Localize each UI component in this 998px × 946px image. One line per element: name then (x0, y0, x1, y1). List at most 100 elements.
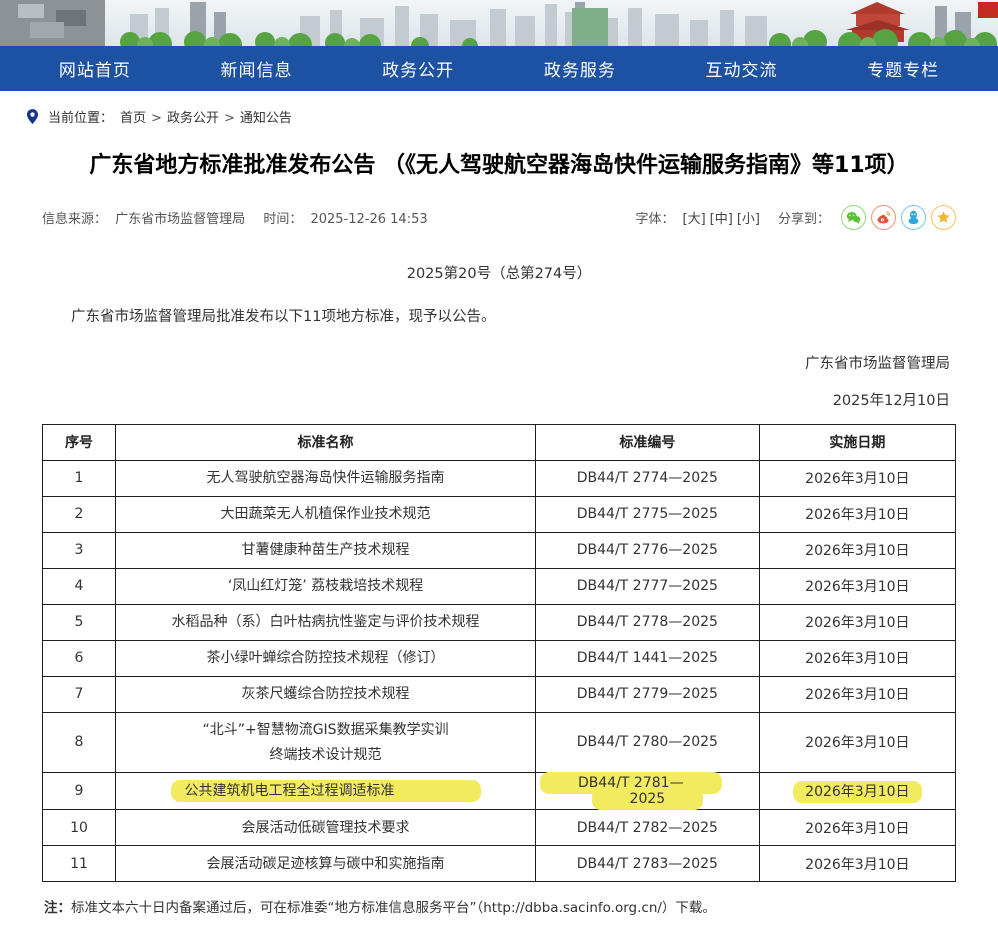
header-city-photo (0, 0, 998, 46)
cell-standard-code: DB44/T 1441—2025 (536, 640, 760, 676)
cell-standard-name: 水稻品种（系）白叶枯病抗性鉴定与评价技术规程 (116, 604, 536, 640)
share-qq-icon[interactable] (901, 205, 926, 230)
cell-implementation-date: 2026年3月10日 (759, 846, 955, 882)
cell-implementation-date: 2026年3月10日 (759, 676, 955, 712)
breadcrumb-link-1[interactable]: 首页 (120, 111, 146, 126)
table-row: 3甘薯健康种苗生产技术规程DB44/T 2776—20252026年3月10日 (43, 532, 956, 568)
cell-standard-code: DB44/T 2778—2025 (536, 604, 760, 640)
cell-standard-code: DB44/T 2779—2025 (536, 676, 760, 712)
table-row: 10会展活动低碳管理技术要求DB44/T 2782—20252026年3月10日 (43, 810, 956, 846)
table-row: 1无人驾驶航空器海岛快件运输服务指南DB44/T 2774—20252026年3… (43, 460, 956, 496)
column-header: 实施日期 (759, 424, 955, 460)
cell-standard-name: “北斗”+智慧物流GIS数据采集教学实训终端技术设计规范 (116, 712, 536, 773)
cell-serial: 4 (43, 568, 116, 604)
cell-serial: 7 (43, 676, 116, 712)
cell-standard-name: 无人驾驶航空器海岛快件运输服务指南 (116, 460, 536, 496)
breadcrumb-separator: > (224, 111, 235, 126)
nav-item-2[interactable]: 新闻信息 (176, 46, 338, 91)
nav-item-4[interactable]: 政务服务 (499, 46, 661, 91)
breadcrumb-link-3[interactable]: 通知公告 (240, 111, 292, 126)
page-title: 广东省地方标准批准发布公告 （《无人驾驶航空器海岛快件运输服务指南》等11项） (42, 152, 956, 181)
cell-standard-name: 公共建筑机电工程全过程调适标准 (116, 773, 536, 810)
cell-implementation-date: 2026年3月10日 (759, 773, 955, 810)
breadcrumb-separator: > (151, 111, 162, 126)
cell-standard-code: DB44/T 2775—2025 (536, 496, 760, 532)
cell-standard-name: 灰茶尺蠖综合防控技术规程 (116, 676, 536, 712)
article-content: 当前位置： 首页 > 政务公开 > 通知公告 广东省地方标准批准发布公告 （《无人驾驶航… (0, 107, 998, 946)
footnote-label: 注： (44, 900, 71, 916)
document-number: 2025第20号（总第274号） (42, 262, 956, 283)
share-favorite-icon[interactable] (931, 205, 956, 230)
cell-standard-code: DB44/T 2781—2025 (536, 773, 760, 810)
table-row: 2大田蔬菜无人机植保作业技术规范DB44/T 2775—20252026年3月1… (43, 496, 956, 532)
nav-item-1[interactable]: 网站首页 (14, 46, 176, 91)
cell-standard-code: DB44/T 2777—2025 (536, 568, 760, 604)
cell-standard-code: DB44/T 2776—2025 (536, 532, 760, 568)
cell-serial: 3 (43, 532, 116, 568)
cell-implementation-date: 2026年3月10日 (759, 496, 955, 532)
table-row: 11会展活动碳足迹核算与碳中和实施指南DB44/T 2783—20252026年… (43, 846, 956, 882)
cell-serial: 10 (43, 810, 116, 846)
meta-source: 信息来源： 广东省市场监督管理局 时间： 2025-12-26 14:53 (42, 208, 432, 227)
breadcrumb-label: 当前位置： (48, 107, 113, 126)
cell-serial: 9 (43, 773, 116, 810)
column-header: 序号 (43, 424, 116, 460)
cell-implementation-date: 2026年3月10日 (759, 604, 955, 640)
cell-standard-name: 甘薯健康种苗生产技术规程 (116, 532, 536, 568)
cell-standard-code: DB44/T 2780—2025 (536, 712, 760, 773)
main-nav: 网站首页新闻信息政务公开政务服务互动交流专题专栏 (0, 46, 998, 91)
page: 网站首页新闻信息政务公开政务服务互动交流专题专栏 当前位置： 首页>政务公开>通… (0, 0, 998, 946)
font-size-label: 字体： (636, 208, 675, 227)
breadcrumb: 当前位置： 首页 > 政务公开 > 通知公告 (24, 107, 956, 126)
cell-standard-name: 会展活动低碳管理技术要求 (116, 810, 536, 846)
cell-standard-name: 会展活动碳足迹核算与碳中和实施指南 (116, 846, 536, 882)
issue-date: 2025年12月10日 (48, 389, 950, 410)
location-pin-icon (24, 108, 41, 125)
column-header: 标准名称 (116, 424, 536, 460)
cell-standard-code: DB44/T 2782—2025 (536, 810, 760, 846)
cell-implementation-date: 2026年3月10日 (759, 640, 955, 676)
time-label: 时间： (263, 212, 302, 227)
table-row: 7灰茶尺蠖综合防控技术规程DB44/T 2779—20252026年3月10日 (43, 676, 956, 712)
cell-implementation-date: 2026年3月10日 (759, 532, 955, 568)
cell-standard-name: ‘凤山红灯笼’ 荔枝栽培技术规程 (116, 568, 536, 604)
column-header: 标准编号 (536, 424, 760, 460)
table-row: 9公共建筑机电工程全过程调适标准DB44/T 2781—20252026年3月1… (43, 773, 956, 810)
cell-serial: 6 (43, 640, 116, 676)
time-value: 2025-12-26 14:53 (310, 212, 427, 227)
cell-implementation-date: 2026年3月10日 (759, 712, 955, 773)
cell-serial: 11 (43, 846, 116, 882)
announcement-body: 广东省市场监督管理局批准发布以下11项地方标准，现予以公告。 (42, 305, 956, 326)
cell-standard-code: DB44/T 2783—2025 (536, 846, 760, 882)
cell-serial: 1 (43, 460, 116, 496)
footnote: 注：标准文本六十日内备案通过后，可在标准委“地方标准信息服务平台”（http:/… (44, 896, 956, 916)
share-weibo-icon[interactable] (871, 205, 896, 230)
table-header-row: 序号标准名称标准编号实施日期 (43, 424, 956, 460)
cell-serial: 2 (43, 496, 116, 532)
share-label: 分享到： (778, 208, 830, 227)
cell-standard-code: DB44/T 2774—2025 (536, 460, 760, 496)
table-row: 5水稻品种（系）白叶枯病抗性鉴定与评价技术规程DB44/T 2778—20252… (43, 604, 956, 640)
source-value: 广东省市场监督管理局 (115, 212, 245, 227)
cell-standard-name: 茶小绿叶蝉综合防控技术规程（修订） (116, 640, 536, 676)
cell-serial: 8 (43, 712, 116, 773)
font-size-button-large[interactable]: [大] (683, 212, 706, 227)
breadcrumb-link-2[interactable]: 政务公开 (167, 111, 219, 126)
article-meta: 信息来源： 广东省市场监督管理局 时间： 2025-12-26 14:53 字体… (42, 205, 956, 230)
share-icons (836, 205, 956, 230)
share-wechat-icon[interactable] (841, 205, 866, 230)
breadcrumb-trail: 首页 > 政务公开 > 通知公告 (120, 107, 292, 126)
table-row: 4‘凤山红灯笼’ 荔枝栽培技术规程DB44/T 2777—20252026年3月… (43, 568, 956, 604)
nav-item-6[interactable]: 专题专栏 (822, 46, 984, 91)
nav-item-3[interactable]: 政务公开 (337, 46, 499, 91)
table-row: 6茶小绿叶蝉综合防控技术规程（修订）DB44/T 1441—20252026年3… (43, 640, 956, 676)
cell-standard-name: 大田蔬菜无人机植保作业技术规范 (116, 496, 536, 532)
nav-item-5[interactable]: 互动交流 (661, 46, 823, 91)
cell-implementation-date: 2026年3月10日 (759, 810, 955, 846)
issuer: 广东省市场监督管理局 (48, 352, 950, 373)
footnote-text: 标准文本六十日内备案通过后，可在标准委“地方标准信息服务平台”（http://d… (71, 900, 716, 916)
cell-serial: 5 (43, 604, 116, 640)
font-size-controls: [大] [中] [小] (681, 208, 762, 227)
font-size-button-small[interactable]: [小] (737, 212, 760, 227)
font-size-button-medium[interactable]: [中] (710, 212, 733, 227)
